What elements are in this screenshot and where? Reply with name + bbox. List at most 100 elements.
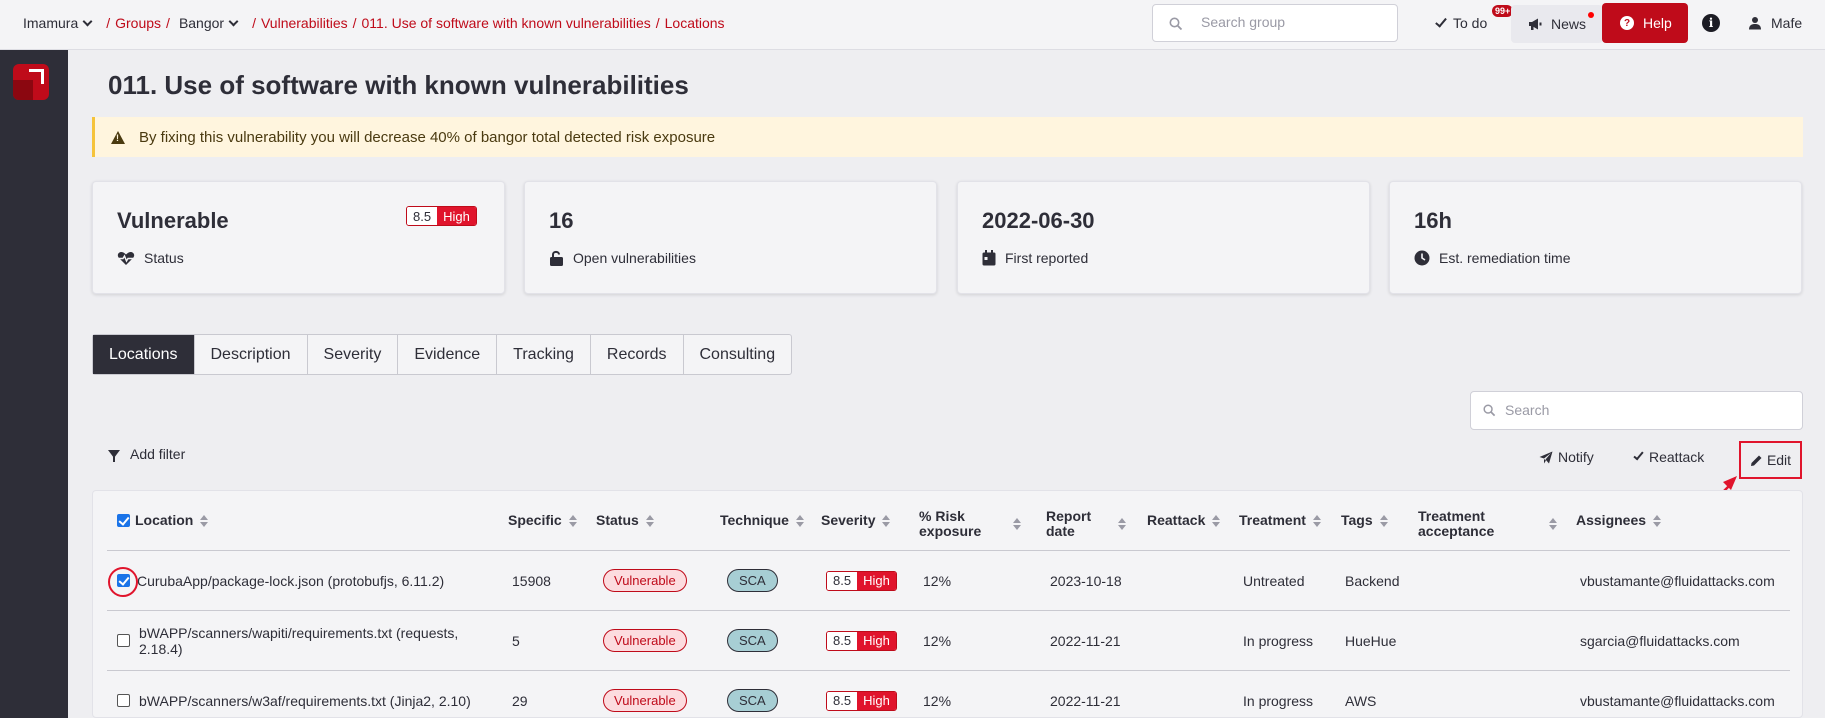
table-row[interactable]: bWAPP/scanners/wapiti/requirements.txt (… bbox=[107, 611, 1790, 671]
risk-cell: 12% bbox=[923, 572, 952, 589]
first-reported-card: 2022-06-30 First reported bbox=[957, 181, 1370, 294]
column-assignees[interactable]: Assignees bbox=[1576, 513, 1662, 528]
notify-button[interactable]: Notify bbox=[1539, 449, 1594, 465]
sort-icon[interactable] bbox=[795, 514, 804, 527]
risk-cell: 12% bbox=[923, 632, 952, 649]
severity-score: 8.5 bbox=[827, 691, 858, 710]
tab-records[interactable]: Records bbox=[591, 335, 684, 374]
add-filter-button[interactable]: Add filter bbox=[108, 446, 185, 462]
select-all-checkbox[interactable] bbox=[117, 514, 130, 527]
todo-button[interactable]: To do 99+ bbox=[1435, 5, 1514, 31]
column-treatment-acceptance-label: Treatment acceptance bbox=[1418, 508, 1495, 539]
finding-tabs: Locations Description Severity Evidence … bbox=[92, 334, 793, 375]
reattack-label: Reattack bbox=[1649, 449, 1705, 465]
severity-badge: 8.5 High bbox=[826, 690, 897, 711]
column-tags-label: Tags bbox=[1341, 512, 1373, 528]
table-search-input[interactable] bbox=[1505, 402, 1785, 418]
column-technique[interactable]: Technique bbox=[720, 513, 804, 528]
chevron-down-icon[interactable] bbox=[82, 16, 93, 26]
column-severity[interactable]: Severity bbox=[821, 513, 891, 528]
status-pill: Vulnerable bbox=[603, 689, 687, 712]
table-row[interactable]: CurubaApp/package-lock.json (protobufjs,… bbox=[107, 551, 1790, 611]
search-group-input[interactable] bbox=[1201, 14, 1381, 30]
assignee-cell: vbustamante@fluidattacks.com bbox=[1580, 692, 1775, 709]
tab-tracking[interactable]: Tracking bbox=[497, 335, 591, 374]
sort-icon[interactable] bbox=[1212, 514, 1221, 527]
first-reported-label: First reported bbox=[1005, 250, 1089, 266]
breadcrumb-current[interactable]: Locations bbox=[665, 15, 725, 31]
sort-icon[interactable] bbox=[1549, 518, 1557, 530]
report-date-cell: 2023-10-18 bbox=[1050, 572, 1122, 589]
row-checkbox[interactable] bbox=[117, 694, 130, 707]
severity-cell: 8.5 High bbox=[826, 551, 897, 610]
row-checkbox[interactable] bbox=[117, 634, 130, 647]
breadcrumb-group[interactable]: Bangor bbox=[179, 15, 224, 31]
remediation-time-label-row: Est. remediation time bbox=[1414, 250, 1571, 266]
technique-pill: SCA bbox=[727, 569, 778, 592]
column-location[interactable]: Location bbox=[117, 513, 209, 528]
column-status-label: Status bbox=[596, 512, 639, 528]
breadcrumb-org[interactable]: Imamura bbox=[23, 15, 78, 31]
severity-level: High bbox=[437, 207, 476, 225]
column-reattack[interactable]: Reattack bbox=[1147, 513, 1221, 528]
column-treatment[interactable]: Treatment bbox=[1239, 513, 1321, 528]
breadcrumb-separator: / bbox=[352, 15, 357, 31]
news-notification-dot bbox=[1588, 12, 1594, 18]
tab-description[interactable]: Description bbox=[195, 335, 308, 374]
location-cell: bWAPP/scanners/wapiti/requirements.txt (… bbox=[139, 624, 459, 657]
sort-icon[interactable] bbox=[1379, 514, 1388, 527]
help-label: Help bbox=[1643, 15, 1672, 31]
specific-cell: 15908 bbox=[512, 572, 551, 589]
edit-button[interactable]: Edit bbox=[1739, 441, 1802, 479]
news-button[interactable]: News bbox=[1511, 5, 1603, 43]
tab-evidence[interactable]: Evidence bbox=[398, 335, 498, 374]
column-specific[interactable]: Specific bbox=[508, 513, 577, 528]
sort-icon[interactable] bbox=[1118, 518, 1126, 530]
status-value: Vulnerable bbox=[117, 208, 229, 233]
report-date-cell: 2022-11-21 bbox=[1050, 632, 1121, 649]
sort-icon[interactable] bbox=[1312, 514, 1321, 527]
sort-icon[interactable] bbox=[1013, 518, 1021, 530]
tab-locations[interactable]: Locations bbox=[93, 335, 195, 374]
top-bar: Imamura / Groups / Bangor / Vulnerabilit… bbox=[0, 0, 1825, 50]
sort-icon[interactable] bbox=[568, 514, 577, 527]
info-icon[interactable]: i bbox=[1702, 14, 1720, 32]
sort-icon[interactable] bbox=[645, 514, 654, 527]
filter-icon bbox=[108, 450, 120, 462]
column-treatment-acceptance[interactable]: Treatment acceptance bbox=[1418, 509, 1557, 539]
notify-label: Notify bbox=[1558, 449, 1594, 465]
remediation-time-label: Est. remediation time bbox=[1439, 250, 1571, 266]
user-icon bbox=[1749, 17, 1761, 30]
column-risk-exposure[interactable]: % Risk exposure bbox=[919, 509, 1021, 539]
table-row[interactable]: bWAPP/scanners/w3af/requirements.txt (Ji… bbox=[107, 671, 1790, 718]
add-filter-label: Add filter bbox=[130, 446, 186, 462]
sort-icon[interactable] bbox=[200, 514, 209, 527]
chevron-down-icon[interactable] bbox=[228, 16, 239, 26]
column-report-date-label: Report date bbox=[1046, 508, 1092, 539]
breadcrumb-vulnerabilities[interactable]: Vulnerabilities bbox=[261, 15, 348, 31]
risk-alert: By fixing this vulnerability you will de… bbox=[92, 117, 1803, 157]
app-logo[interactable] bbox=[13, 64, 49, 100]
help-button[interactable]: ? Help bbox=[1602, 3, 1688, 43]
search-group-box[interactable] bbox=[1152, 4, 1398, 42]
reattack-button[interactable]: Reattack bbox=[1633, 449, 1705, 465]
breadcrumb-groups[interactable]: Groups bbox=[115, 15, 161, 31]
table-header: Location Specific Status Technique Sever… bbox=[107, 491, 1790, 551]
column-tags[interactable]: Tags bbox=[1341, 513, 1388, 528]
assignee-cell: sgarcia@fluidattacks.com bbox=[1580, 632, 1740, 649]
check-icon bbox=[1633, 449, 1644, 461]
sort-icon[interactable] bbox=[882, 514, 891, 527]
tab-severity[interactable]: Severity bbox=[308, 335, 399, 374]
treatment-cell: In progress bbox=[1243, 692, 1314, 709]
breadcrumb: Imamura / Groups / Bangor / Vulnerabilit… bbox=[23, 15, 725, 31]
status-cell: Vulnerable bbox=[603, 551, 687, 610]
sort-icon[interactable] bbox=[1653, 514, 1662, 527]
tab-consulting[interactable]: Consulting bbox=[684, 335, 792, 374]
user-menu[interactable]: Mafe bbox=[1748, 15, 1802, 31]
column-status[interactable]: Status bbox=[596, 513, 654, 528]
column-specific-label: Specific bbox=[508, 512, 562, 528]
column-report-date[interactable]: Report date bbox=[1046, 509, 1126, 539]
severity-score: 8.5 bbox=[827, 571, 858, 590]
breadcrumb-finding[interactable]: 011. Use of software with known vulnerab… bbox=[362, 15, 651, 31]
table-search-box[interactable] bbox=[1470, 391, 1803, 430]
